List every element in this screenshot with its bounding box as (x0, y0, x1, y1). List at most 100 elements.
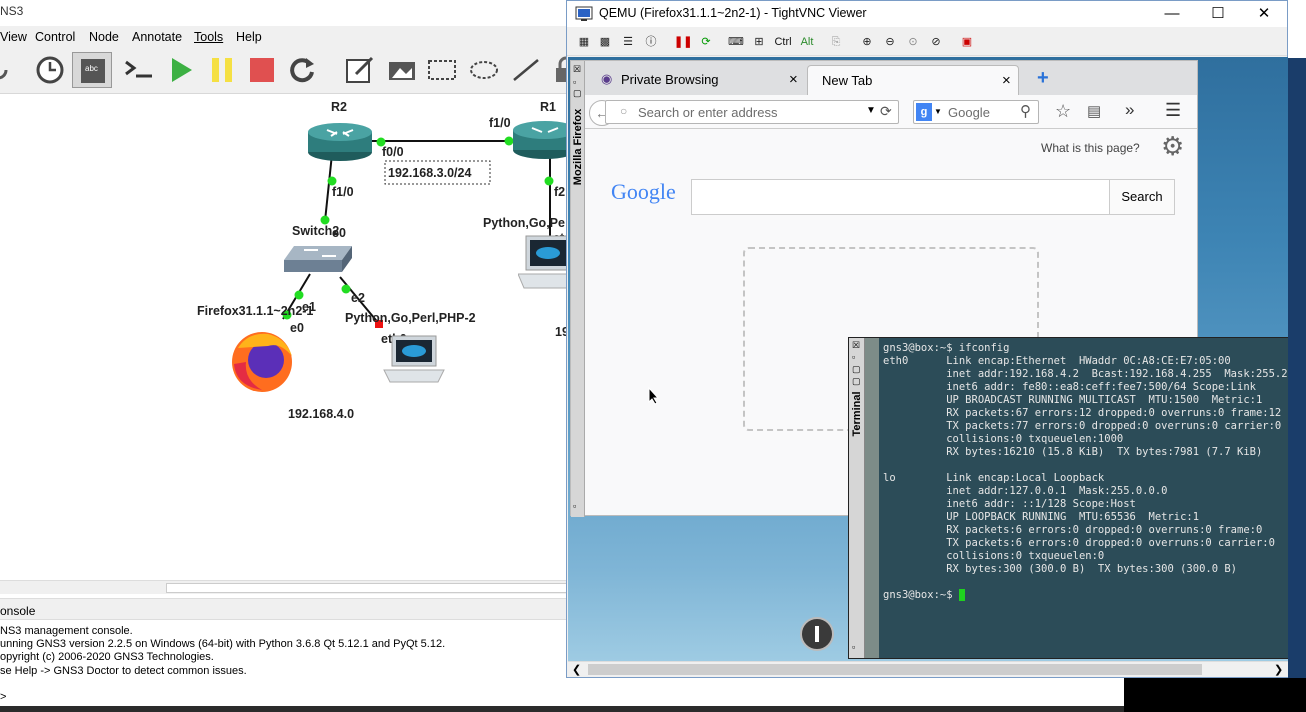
iface-sw-e0: e0 (332, 226, 346, 240)
network-label-1: 192.168.3.0/24 (388, 166, 472, 180)
terminal-side-titlebar[interactable]: ☒ ▫ ▢ ▢ Terminal ▫ (849, 338, 865, 658)
google-logo: Google (611, 179, 676, 204)
menu-annotate[interactable]: Annotate (132, 30, 182, 44)
menu-help[interactable]: Help (236, 30, 262, 44)
router-r1[interactable] (512, 120, 570, 160)
win-key-icon[interactable]: ⊞ (750, 33, 768, 51)
ctrl-key[interactable]: Ctrl (771, 33, 795, 51)
bookmark-star-icon[interactable]: ☆ (1055, 101, 1071, 122)
maximize-button[interactable]: ☐ (1195, 1, 1241, 27)
picture-icon[interactable] (386, 54, 418, 86)
firefox-side-titlebar[interactable]: ☒ ▫ ▢ Mozilla Firefox ▫ (571, 61, 585, 517)
topology-canvas[interactable]: R2 R1 f0/0 f1/0 192.168.3.0/24 f1/0 f2 S… (0, 94, 570, 580)
refresh-icon[interactable]: ⟳ (697, 33, 715, 51)
tab-label: Private Browsing (621, 72, 719, 87)
close-icon[interactable]: ☒ (852, 340, 860, 351)
gear-icon[interactable]: ⚙ (1161, 131, 1184, 162)
close-icon[interactable]: ☒ (573, 64, 581, 75)
play-icon[interactable] (164, 54, 196, 86)
options-icon[interactable]: ☰ (619, 33, 637, 51)
desktop-power-icon[interactable] (800, 617, 834, 651)
tab-close-icon[interactable]: × (1002, 72, 1011, 89)
google-search-button[interactable]: Search (1109, 179, 1175, 215)
router-r2[interactable] (307, 122, 373, 162)
overflow-icon[interactable]: » (1125, 100, 1134, 120)
maximize-icon[interactable]: ▢ (573, 88, 582, 99)
zoom-in-icon[interactable]: ⊕ (858, 33, 876, 51)
resize-icon[interactable]: ▫ (573, 501, 576, 511)
google-search-input[interactable] (691, 179, 1111, 215)
info-icon[interactable]: ⓘ (642, 33, 660, 51)
console-icon[interactable] (122, 54, 154, 86)
reading-list-icon[interactable]: ▤ (1087, 102, 1101, 120)
engine-dropdown-icon[interactable]: ▼ (934, 107, 942, 116)
zoom-fit-icon[interactable]: ⊘ (927, 33, 945, 51)
scroll-right-icon[interactable]: ❯ (1274, 663, 1283, 676)
terminal-scrollbar[interactable] (865, 338, 879, 658)
console-prompt[interactable]: > (0, 691, 570, 704)
menu-control[interactable]: Control (35, 30, 75, 44)
terminal-line: inet addr:127.0.0.1 Mask:255.0.0.0 (883, 485, 1168, 497)
stop-icon[interactable] (246, 54, 278, 86)
scroll-left-icon[interactable]: ❮ (572, 663, 581, 676)
vnc-titlebar[interactable]: QEMU (Firefox31.1.1~2n2-1) - TightVNC Vi… (567, 1, 1287, 27)
close-button[interactable]: ✕ (1241, 1, 1287, 27)
python-node[interactable] (382, 332, 446, 388)
clock-icon[interactable] (34, 54, 66, 86)
scrollbar-thumb[interactable] (588, 664, 1202, 675)
pause-icon[interactable] (206, 54, 238, 86)
canvas-hscrollbar[interactable] (0, 580, 570, 594)
rectangle-icon[interactable] (426, 54, 458, 86)
new-tab-button[interactable]: + (1037, 67, 1049, 90)
terminal-line: ​ (883, 576, 1288, 589)
pause-icon[interactable]: ❚❚ (674, 33, 692, 51)
tab-new-tab[interactable]: New Tab × (807, 65, 1019, 95)
scrollbar-thumb[interactable] (166, 583, 570, 593)
ellipse-icon[interactable] (468, 54, 500, 86)
terminal-output[interactable]: gns3@box:~$ ifconfig eth0 Link encap:Ethe… (883, 342, 1288, 654)
url-bar[interactable]: ○ Search or enter address ▼ ⟳ (605, 100, 899, 124)
dropdown-arrow-icon[interactable]: ▼ (866, 105, 876, 116)
line-icon[interactable] (510, 54, 542, 86)
minimize-icon[interactable]: ▫ (852, 352, 855, 362)
hamburger-menu-icon[interactable]: ☰ (1165, 100, 1181, 121)
firefox-node[interactable] (228, 328, 298, 394)
zoom-out-icon[interactable]: ⊖ (881, 33, 899, 51)
minimize-button[interactable]: — (1149, 1, 1195, 27)
maximize-icon[interactable]: ▢ (852, 364, 861, 375)
zoom-100-icon[interactable]: ⊙ (904, 33, 922, 51)
search-bar[interactable]: g ▼ Google ⚲ (913, 100, 1039, 124)
alt-key[interactable]: Alt (797, 33, 817, 51)
search-icon[interactable]: ⚲ (1020, 102, 1031, 120)
python-node-r[interactable] (517, 232, 570, 294)
gns3-menubar: View Control Node Annotate Tools Help (0, 26, 570, 48)
back-arrow-icon[interactable] (0, 54, 16, 86)
reload-icon[interactable]: ⟳ (880, 103, 892, 120)
what-is-this-page-link[interactable]: What is this page? (1041, 141, 1140, 155)
reload-icon[interactable] (286, 54, 318, 86)
fullscreen-icon[interactable]: ▣ (958, 33, 976, 51)
note-icon[interactable] (344, 54, 376, 86)
menu-node[interactable]: Node (89, 30, 119, 44)
vnc-hscrollbar[interactable]: ❮ ❯ (568, 661, 1288, 677)
url-placeholder: Search or enter address (638, 105, 778, 120)
tab-close-icon[interactable]: × (789, 71, 798, 88)
switch-node[interactable] (282, 242, 354, 276)
ctrl-alt-del-icon[interactable]: ⌨ (727, 33, 745, 51)
clipboard-icon[interactable]: ⎘ (827, 33, 845, 51)
snapshot-button[interactable]: abc (72, 52, 112, 88)
menu-view[interactable]: View (0, 30, 27, 44)
google-g-icon: g (916, 103, 932, 121)
resize-icon[interactable]: ▫ (852, 642, 855, 652)
new-connection-icon[interactable]: ▦ (575, 33, 593, 51)
vnc-remote-screen[interactable]: ☒ ▫ ▢ Mozilla Firefox ▫ ◉ Private Browsi… (568, 57, 1288, 661)
console-body[interactable]: NS3 management console. unning GNS3 vers… (0, 620, 570, 706)
terminal-line: lo Link encap:Local Loopback (883, 472, 1105, 484)
node-label-python: Python,Go,Perl,PHP-2 (345, 311, 476, 325)
tab-private-browsing[interactable]: ◉ Private Browsing × (595, 65, 807, 95)
terminal-line: UP LOOPBACK RUNNING MTU:65536 Metric:1 (883, 511, 1200, 523)
save-icon[interactable]: ▩ (596, 33, 614, 51)
minimize-icon[interactable]: ▫ (573, 77, 576, 87)
menu-tools[interactable]: Tools (194, 30, 223, 44)
terminal-prompt-line[interactable]: gns3@box:~$ (883, 589, 1288, 602)
